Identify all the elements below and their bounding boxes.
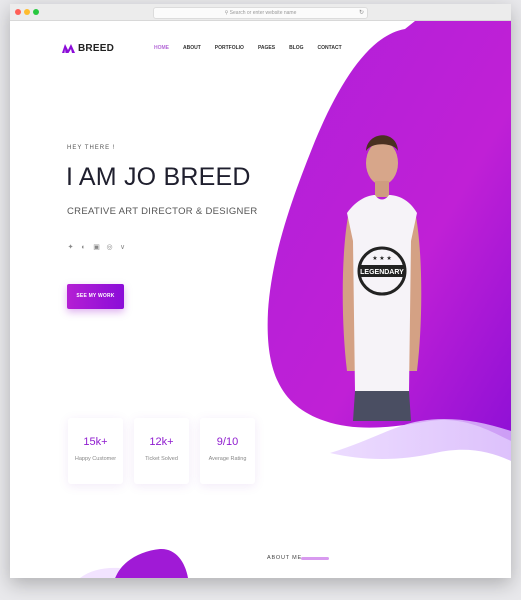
reload-icon[interactable]: ↻ bbox=[359, 8, 364, 18]
stat-value: 15k+ bbox=[83, 436, 108, 448]
browser-window: ⚲ Search or enter website name ↻ BREED H… bbox=[10, 4, 511, 578]
stat-value: 9/10 bbox=[216, 436, 239, 448]
nav-portfolio[interactable]: PORTFOLIO bbox=[215, 45, 244, 51]
shirt-print-text: LEGENDARY bbox=[360, 269, 404, 276]
stat-card-tickets: 12k+ Ticket Solved bbox=[134, 418, 189, 484]
stat-label: Happy Customer bbox=[74, 456, 117, 462]
about-divider bbox=[301, 557, 329, 560]
about-section-label: ABOUT ME bbox=[267, 555, 303, 561]
skype-icon[interactable]: ◐ bbox=[79, 243, 88, 252]
nav-about[interactable]: ABOUT bbox=[183, 45, 201, 51]
nav-contact[interactable]: CONTACT bbox=[318, 45, 342, 51]
brand-logo[interactable]: BREED bbox=[62, 43, 114, 54]
web-page: BREED HOME ABOUT PORTFOLIO PAGES BLOG CO… bbox=[10, 21, 511, 578]
hero-title: I AM JO BREED bbox=[66, 163, 251, 191]
close-window-button[interactable] bbox=[15, 9, 21, 15]
stat-card-rating: 9/10 Average Rating bbox=[200, 418, 255, 484]
svg-text:★ ★ ★: ★ ★ ★ bbox=[372, 255, 391, 262]
address-bar[interactable]: ⚲ Search or enter website name ↻ bbox=[153, 7, 368, 19]
minimize-window-button[interactable] bbox=[24, 9, 30, 15]
instagram-icon[interactable]: ▣ bbox=[92, 243, 101, 252]
dribbble-icon[interactable]: ◎ bbox=[105, 243, 114, 252]
stat-label: Average Rating bbox=[208, 456, 247, 462]
logo-mark-icon bbox=[62, 44, 75, 53]
vine-icon[interactable]: ∨ bbox=[118, 243, 127, 252]
maximize-window-button[interactable] bbox=[33, 9, 39, 15]
hero-subtitle: CREATIVE ART DIRECTOR & DESIGNER bbox=[67, 206, 258, 217]
nav-home[interactable]: HOME bbox=[154, 45, 169, 51]
main-nav: HOME ABOUT PORTFOLIO PAGES BLOG CONTACT bbox=[154, 45, 356, 51]
twitter-icon[interactable]: ✦ bbox=[66, 243, 75, 252]
social-links: ✦ ◐ ▣ ◎ ∨ bbox=[66, 243, 127, 252]
hero-person-image: LEGENDARY ★ ★ ★ bbox=[342, 135, 422, 421]
browser-toolbar: ⚲ Search or enter website name ↻ bbox=[10, 4, 511, 21]
nav-pages[interactable]: PAGES bbox=[258, 45, 275, 51]
hero-greeting: HEY THERE ! bbox=[67, 145, 116, 151]
stat-value: 12k+ bbox=[149, 436, 174, 448]
stat-label: Ticket Solved bbox=[145, 456, 178, 462]
see-my-work-button[interactable]: SEE MY WORK bbox=[67, 284, 124, 309]
search-icon: ⚲ bbox=[224, 10, 229, 16]
nav-blog[interactable]: BLOG bbox=[289, 45, 303, 51]
stat-card-customers: 15k+ Happy Customer bbox=[68, 418, 123, 484]
logo-text: BREED bbox=[78, 43, 115, 54]
address-placeholder: Search or enter website name bbox=[229, 10, 297, 16]
